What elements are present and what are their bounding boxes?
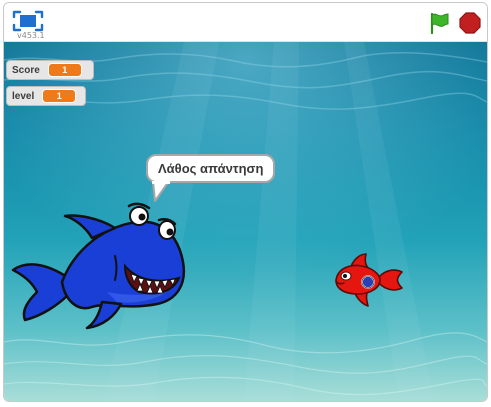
fullscreen-button[interactable] [12, 10, 44, 32]
fullscreen-icon [12, 10, 44, 32]
blue-shark-sprite[interactable] [7, 192, 192, 332]
red-fish-sprite[interactable] [332, 252, 404, 308]
player-toolbar: v453.1 [4, 3, 487, 42]
green-flag-icon [430, 12, 449, 35]
score-monitor: Score 1 [6, 60, 94, 80]
score-monitor-label: Score [12, 64, 40, 76]
level-monitor-label: level [12, 90, 35, 102]
green-flag-button[interactable] [427, 11, 451, 35]
level-monitor-value: 1 [42, 89, 77, 103]
score-monitor-value: 1 [47, 63, 82, 77]
stage[interactable]: Score 1 level 1 Λάθος απάντηση [4, 42, 487, 401]
stop-button[interactable] [458, 11, 482, 35]
stop-icon [459, 12, 481, 34]
speech-bubble: Λάθος απάντηση [146, 154, 276, 183]
level-monitor: level 1 [6, 86, 86, 106]
version-label: v453.1 [17, 31, 45, 40]
project-player: v453.1 Score 1 level 1 Λάθος απάντηση [3, 2, 488, 402]
